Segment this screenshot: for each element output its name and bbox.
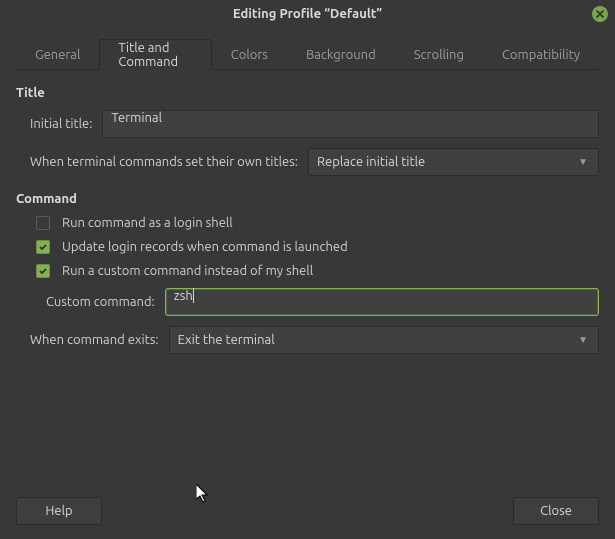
- titlebar: Editing Profile “Default”: [0, 0, 615, 28]
- update-login-checkbox[interactable]: [36, 240, 50, 254]
- tab-label: General: [35, 48, 80, 62]
- exit-action-value: Exit the terminal: [178, 333, 275, 347]
- check-icon: [38, 266, 48, 276]
- chevron-down-icon: ▼: [578, 334, 588, 346]
- login-shell-row[interactable]: Run command as a login shell: [36, 216, 599, 230]
- tab-label: Scrolling: [414, 48, 464, 62]
- tab-label: Title and Command: [118, 41, 192, 69]
- footer: Help Close: [0, 487, 615, 539]
- help-button-label: Help: [45, 504, 72, 518]
- update-login-row[interactable]: Update login records when command is lau…: [36, 240, 599, 254]
- own-titles-select[interactable]: Replace initial title ▼: [308, 148, 599, 176]
- tab-scrolling[interactable]: Scrolling: [395, 39, 483, 70]
- close-button-label: Close: [540, 504, 572, 518]
- tab-compatibility[interactable]: Compatibility: [483, 39, 599, 70]
- login-shell-label: Run command as a login shell: [62, 216, 233, 230]
- tab-label: Background: [306, 48, 376, 62]
- tab-background[interactable]: Background: [287, 39, 395, 70]
- text-caret: [193, 288, 194, 303]
- tab-colors[interactable]: Colors: [212, 39, 287, 70]
- custom-command-value: zsh: [174, 289, 193, 303]
- chevron-down-icon: ▼: [578, 156, 588, 168]
- custom-cmd-enable-checkbox[interactable]: [36, 264, 50, 278]
- check-icon: [38, 242, 48, 252]
- close-button[interactable]: Close: [513, 497, 599, 525]
- exit-label: When command exits:: [16, 333, 169, 347]
- custom-cmd-enable-label: Run a custom command instead of my shell: [62, 264, 313, 278]
- update-login-label: Update login records when command is lau…: [62, 240, 348, 254]
- custom-cmd-label: Custom command:: [16, 295, 165, 309]
- tab-title-and-command[interactable]: Title and Command: [99, 39, 211, 70]
- custom-command-input[interactable]: zsh: [165, 288, 599, 316]
- exit-action-select[interactable]: Exit the terminal ▼: [169, 326, 599, 354]
- own-titles-value: Replace initial title: [317, 155, 425, 169]
- tabs: General Title and Command Colors Backgro…: [16, 38, 599, 70]
- tab-label: Compatibility: [502, 48, 580, 62]
- window-title: Editing Profile “Default”: [233, 7, 382, 21]
- close-icon: [595, 9, 605, 19]
- initial-title-label: Initial title:: [16, 117, 102, 131]
- tab-label: Colors: [231, 48, 268, 62]
- command-section-heading: Command: [16, 192, 599, 206]
- tab-general[interactable]: General: [16, 39, 99, 70]
- initial-title-value: Terminal: [111, 111, 162, 125]
- title-section-heading: Title: [16, 86, 599, 100]
- custom-cmd-enable-row[interactable]: Run a custom command instead of my shell: [36, 264, 599, 278]
- help-button[interactable]: Help: [16, 497, 102, 525]
- window-close-button[interactable]: [592, 6, 608, 22]
- login-shell-checkbox[interactable]: [36, 216, 50, 230]
- initial-title-input[interactable]: Terminal: [102, 110, 599, 138]
- own-titles-label: When terminal commands set their own tit…: [16, 155, 308, 169]
